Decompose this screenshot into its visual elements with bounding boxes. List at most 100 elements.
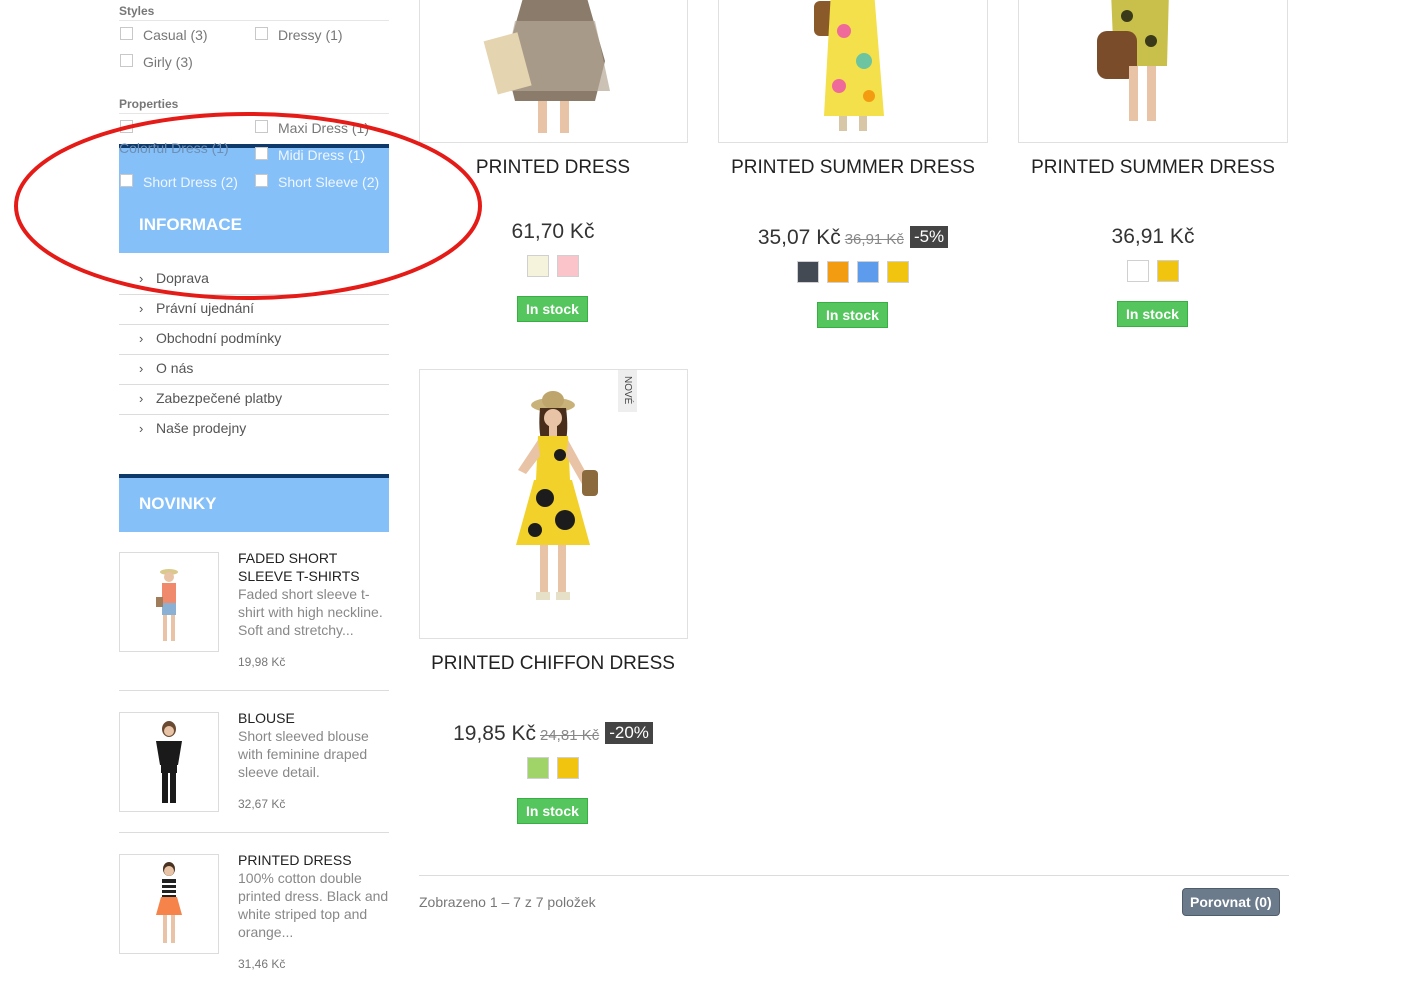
product-image[interactable] (718, 0, 988, 143)
new-product-desc: Faded short sleeve t-shirt with high nec… (238, 586, 383, 638)
model-tshirt-image (156, 569, 178, 641)
new-product-price: 31,46 Kč (238, 957, 286, 971)
model-blouse-image (156, 721, 182, 803)
color-swatch[interactable] (557, 255, 579, 277)
info-link-label: Právní ujednání (156, 300, 255, 316)
filter-checkbox-maxi-dress[interactable] (255, 120, 268, 133)
pagination-divider (419, 875, 1289, 876)
info-link-pravni-ujednani[interactable]: › Právní ujednání (119, 295, 389, 325)
filter-checkbox-colorful-dress[interactable] (120, 120, 133, 133)
product-name[interactable]: PRINTED DRESS (418, 156, 688, 180)
filter-checkbox-midi-dress[interactable] (255, 147, 268, 160)
filter-checkbox-casual[interactable] (120, 27, 133, 40)
info-link-label: Naše prodejny (156, 420, 247, 436)
color-swatch[interactable] (797, 261, 819, 283)
chevron-right-icon: › (139, 301, 144, 316)
color-swatch[interactable] (1127, 260, 1149, 282)
in-stock-badge: In stock (517, 296, 588, 322)
product-price-row: 36,91 Kč (1018, 225, 1288, 249)
filter-option-colorful-dress[interactable]: Colorful Dress (1) (119, 140, 229, 156)
novinky-block-title: NOVINKY (119, 478, 389, 532)
chevron-right-icon: › (139, 331, 144, 346)
info-link-label: Zabezpečené platby (156, 390, 283, 406)
product-price-row: 35,07 Kč 36,91 Kč -5% (718, 226, 988, 250)
product-price-row: 19,85 Kč 24,81 Kč -20% (418, 722, 688, 746)
compare-button[interactable]: Porovnat (0) (1182, 888, 1280, 916)
filter-option-short-dress[interactable]: Short Dress (2) (143, 174, 238, 190)
filter-option-casual[interactable]: Casual (3) (143, 27, 208, 43)
new-product-thumb[interactable] (119, 552, 219, 652)
color-swatch[interactable] (1157, 260, 1179, 282)
info-link-label: O nás (156, 360, 194, 376)
new-product-price: 19,98 Kč (238, 655, 286, 669)
color-swatch[interactable] (527, 757, 549, 779)
color-swatch[interactable] (857, 261, 879, 283)
info-link-label: Doprava (156, 270, 209, 286)
color-swatches (1018, 260, 1288, 282)
product-price: 61,70 Kč (511, 220, 595, 243)
filter-divider (119, 113, 389, 114)
info-link-doprava[interactable]: › Doprava (119, 265, 389, 295)
product-price-row: 61,70 Kč (418, 220, 688, 244)
filter-checkbox-dressy[interactable] (255, 27, 268, 40)
chevron-right-icon: › (139, 361, 144, 376)
discount-badge: -20% (605, 722, 653, 744)
product-price: 19,85 Kč (453, 722, 536, 745)
filter-option-girly[interactable]: Girly (3) (143, 54, 193, 70)
new-product-thumb[interactable] (119, 712, 219, 812)
color-swatch[interactable] (557, 757, 579, 779)
informace-block-title: INFORMACE (119, 148, 389, 253)
in-stock-badge: In stock (817, 302, 888, 328)
new-product-divider (119, 832, 389, 833)
model-printed-dress-image (156, 862, 182, 943)
info-link-zabezpecene-platby[interactable]: › Zabezpečené platby (119, 385, 389, 415)
new-product-thumb[interactable] (119, 854, 219, 954)
color-swatches (418, 757, 688, 779)
discount-badge: -5% (909, 226, 949, 248)
color-swatches (718, 261, 988, 283)
filter-option-dressy[interactable]: Dressy (1) (278, 27, 343, 43)
new-product-name[interactable]: FADED SHORT SLEEVE T-SHIRTS (238, 549, 390, 585)
info-link-nase-prodejny[interactable]: › Naše prodejny (119, 415, 389, 445)
new-product-name[interactable]: PRINTED DRESS (238, 851, 390, 869)
product-price: 36,91 Kč (1111, 225, 1195, 248)
product-name[interactable]: PRINTED SUMMER DRESS (1018, 156, 1288, 180)
model-printed-summer-dress-yellow-image (1097, 0, 1169, 121)
product-image[interactable] (1018, 0, 1288, 143)
color-swatch[interactable] (527, 255, 549, 277)
filter-option-maxi-dress[interactable]: Maxi Dress (1) (278, 120, 369, 136)
filter-checkbox-girly[interactable] (120, 54, 133, 67)
chevron-right-icon: › (139, 421, 144, 436)
new-product-price: 32,67 Kč (238, 797, 286, 811)
chevron-right-icon: › (139, 271, 144, 286)
filter-option-midi-dress[interactable]: Midi Dress (1) (278, 147, 365, 163)
product-old-price: 24,81 Kč (540, 727, 600, 744)
info-link-obchodni-podminky[interactable]: › Obchodní podmínky (119, 325, 389, 355)
new-badge: NOVÉ (618, 370, 637, 412)
product-image[interactable] (419, 369, 688, 639)
filter-styles-title: Styles (119, 4, 155, 18)
in-stock-badge: In stock (517, 798, 588, 824)
new-product-name[interactable]: BLOUSE (238, 709, 390, 727)
filter-checkbox-short-dress[interactable] (120, 174, 133, 187)
product-image[interactable] (419, 0, 688, 143)
model-printed-dress-image (483, 0, 610, 133)
filter-divider (119, 20, 389, 21)
color-swatch[interactable] (827, 261, 849, 283)
product-price: 35,07 Kč (757, 226, 841, 249)
product-name[interactable]: PRINTED SUMMER DRESS (718, 156, 988, 180)
color-swatches (418, 255, 688, 277)
new-product-desc: 100% cotton double printed dress. Black … (238, 870, 389, 940)
info-link-o-nas[interactable]: › O nás (119, 355, 389, 385)
filter-properties-title: Properties (119, 97, 179, 111)
info-link-label: Obchodní podmínky (156, 330, 282, 346)
product-old-price: 36,91 Kč (844, 231, 904, 248)
new-product-divider (119, 690, 389, 691)
model-printed-summer-dress-image (814, 0, 884, 131)
in-stock-badge: In stock (1117, 301, 1188, 327)
model-chiffon-dress-image (516, 391, 598, 600)
filter-checkbox-short-sleeve[interactable] (255, 174, 268, 187)
filter-option-short-sleeve[interactable]: Short Sleeve (2) (278, 174, 379, 190)
product-name[interactable]: PRINTED CHIFFON DRESS (418, 652, 688, 676)
color-swatch[interactable] (887, 261, 909, 283)
